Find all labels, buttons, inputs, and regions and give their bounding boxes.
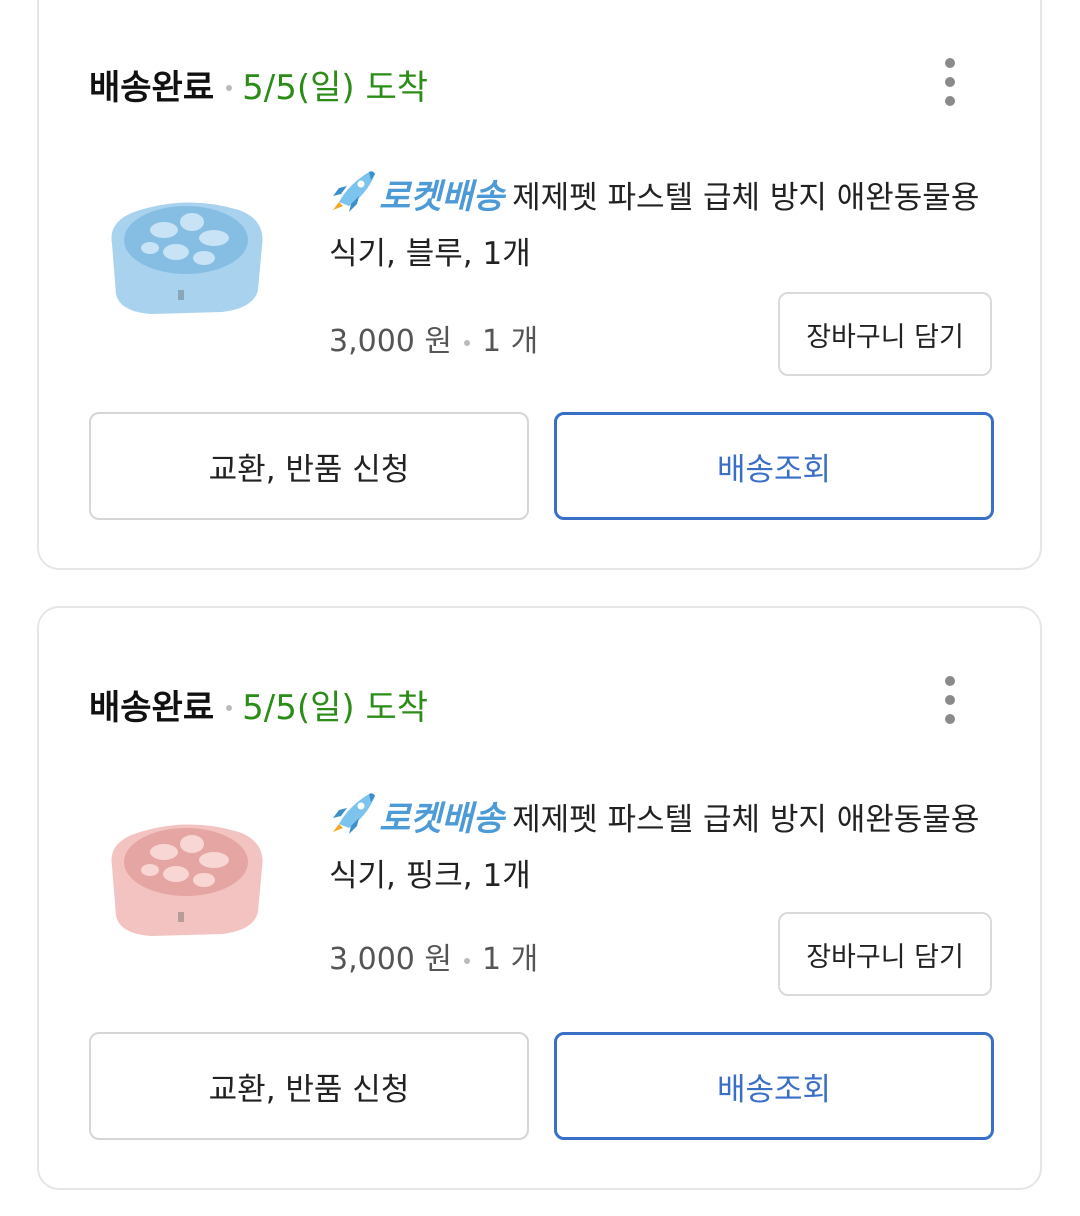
rocket-delivery-label: 로켓배송 — [379, 799, 505, 839]
track-delivery-button[interactable]: 배송조회 — [554, 1032, 994, 1140]
rocket-delivery-badge: 로켓배송 — [329, 790, 504, 848]
kebab-menu-icon[interactable] — [940, 58, 960, 110]
kebab-menu-icon[interactable] — [940, 676, 960, 728]
price-quantity: 3,000 원 1 개 — [329, 934, 538, 978]
rocket-icon — [333, 171, 375, 212]
track-delivery-button[interactable]: 배송조회 — [554, 412, 994, 520]
rocket-delivery-label: 로켓배송 — [379, 177, 505, 217]
quantity: 1 개 — [482, 942, 539, 977]
product-image[interactable] — [94, 182, 279, 327]
delivery-status: 배송완료 5/5(일) 도착 — [89, 680, 428, 729]
rocket-delivery-badge: 로켓배송 — [329, 168, 504, 226]
delivery-status: 배송완료 5/5(일) 도착 — [89, 60, 428, 109]
status-label: 배송완료 — [89, 688, 215, 728]
product-title[interactable]: 로켓배송 제제펫 파스텔 급체 방지 애완동물용 식기, 핑크, 1개 — [329, 790, 1009, 904]
return-exchange-button[interactable]: 교환, 반품 신청 — [89, 1032, 529, 1140]
price-quantity: 3,000 원 1 개 — [329, 316, 538, 360]
product-title[interactable]: 로켓배송 제제펫 파스텔 급체 방지 애완동물용 식기, 블루, 1개 — [329, 168, 1009, 282]
status-label: 배송완료 — [89, 68, 215, 108]
return-exchange-button[interactable]: 교환, 반품 신청 — [89, 412, 529, 520]
order-card: 배송완료 5/5(일) 도착 로켓배송 제제펫 파스텔 급체 방지 애완동물용 식… — [37, 0, 1042, 570]
arrival-date: 5/5(일) 도착 — [242, 688, 429, 728]
add-to-cart-button[interactable]: 장바구니 담기 — [778, 912, 992, 996]
separator-dot — [226, 704, 233, 711]
separator-dot — [464, 957, 471, 964]
quantity: 1 개 — [482, 324, 539, 359]
price: 3,000 원 — [329, 324, 453, 359]
separator-dot — [226, 84, 233, 91]
rocket-icon — [333, 793, 375, 834]
add-to-cart-button[interactable]: 장바구니 담기 — [778, 292, 992, 376]
price: 3,000 원 — [329, 942, 453, 977]
product-image[interactable] — [94, 804, 279, 949]
order-card: 배송완료 5/5(일) 도착 로켓배송 제제펫 파스텔 급체 방지 애완동물용 식… — [37, 606, 1042, 1190]
arrival-date: 5/5(일) 도착 — [242, 68, 429, 108]
separator-dot — [464, 339, 471, 346]
